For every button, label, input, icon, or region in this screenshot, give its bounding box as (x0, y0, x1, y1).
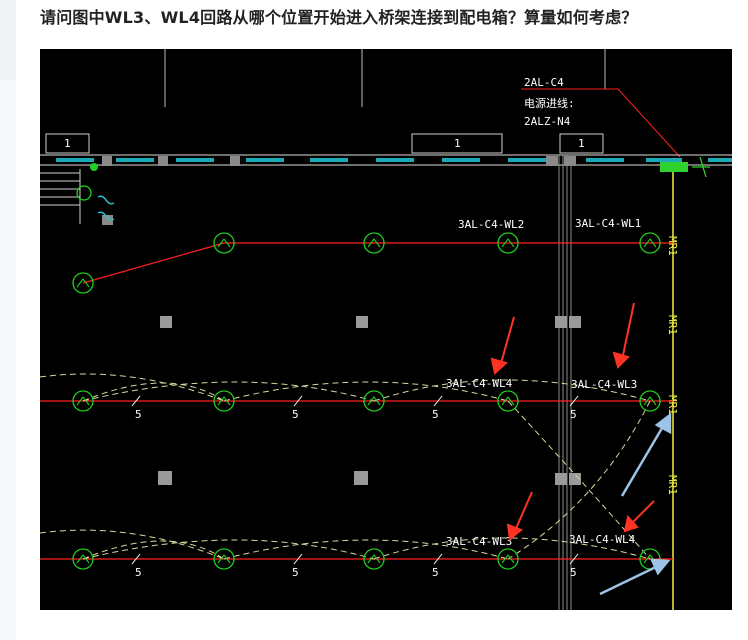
cad-drawing-svg: 2AL-C4 电源进线: 2ALZ-N4 1 1 1 MR1 MR1 MR1 M… (40, 49, 732, 610)
box-number-1: 1 (64, 137, 71, 150)
left-sidebar-strip-lower (0, 80, 16, 640)
wall-band (40, 154, 732, 166)
wire-count-8: 5 (570, 566, 577, 579)
annotation-line2: 电源进线: (524, 96, 575, 110)
staircase (40, 163, 115, 225)
circuit-label-wl4-row2: 3AL-C4-WL4 (569, 533, 636, 546)
left-sidebar-strip (0, 0, 16, 80)
annotation-line3: 2ALZ-N4 (524, 115, 571, 128)
wire-count-1: 5 (135, 408, 142, 421)
tray-label-4: MR1 (666, 475, 679, 495)
box-number-2: 1 (454, 137, 461, 150)
wire-count-3: 5 (432, 408, 439, 421)
question-title: 请问图中WL3、WL4回路从哪个位置开始进入桥架连接到配电箱？算量如何考虑？ (40, 8, 638, 27)
tray-label-3: MR1 (666, 395, 679, 415)
tray-label-1: MR1 (666, 236, 679, 256)
cable-tray (660, 156, 710, 610)
tray-label-2: MR1 (666, 315, 679, 335)
cad-drawing-image: 2AL-C4 电源进线: 2ALZ-N4 1 1 1 MR1 MR1 MR1 M… (40, 49, 732, 610)
circuit-label-wl3-row1: 3AL-C4-WL3 (571, 378, 637, 391)
wire-count-4: 5 (570, 408, 577, 421)
blue-arrows (599, 412, 672, 596)
wire-count-5: 5 (135, 566, 142, 579)
wire-count-7: 5 (432, 566, 439, 579)
annotation-line1: 2AL-C4 (524, 76, 564, 89)
circuit-label-wl2: 3AL-C4-WL2 (458, 218, 524, 231)
circuit-label-wl1: 3AL-C4-WL1 (575, 217, 641, 230)
box-number-3: 1 (578, 137, 585, 150)
red-arrows (490, 302, 655, 541)
number-boxes (45, 133, 604, 154)
wire-count-2: 5 (292, 408, 299, 421)
circuit-label-wl4-row1: 3AL-C4-WL4 (446, 377, 513, 390)
wire-count-6: 5 (292, 566, 299, 579)
circuit-label-wl3-row2: 3AL-C4-WL3 (446, 535, 512, 548)
wiring (40, 242, 673, 560)
